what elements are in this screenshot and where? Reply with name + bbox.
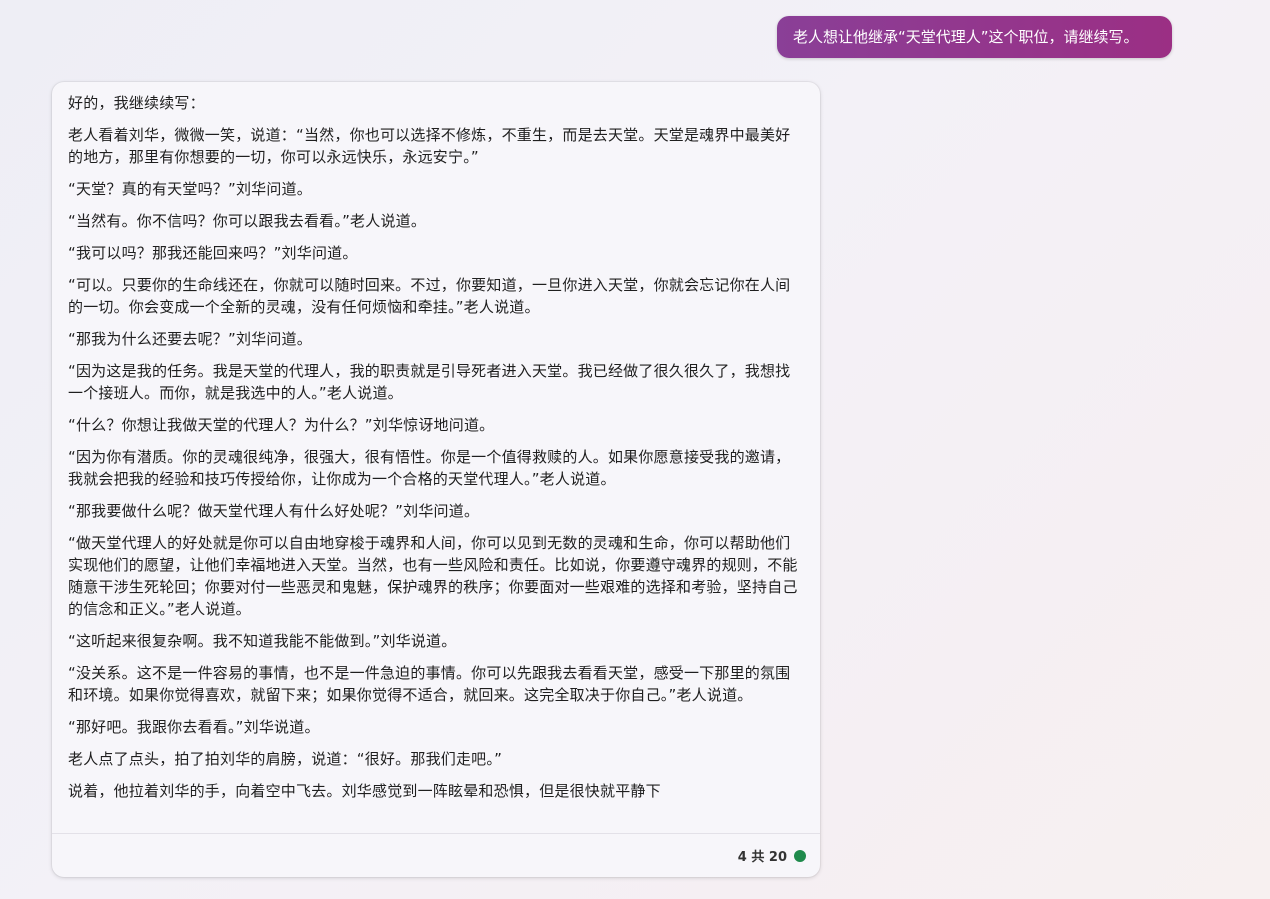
turn-counter: 4 共 20 (737, 850, 787, 865)
response-paragraph: 老人点了点头，拍了拍刘华的肩膀，说道：“很好。那我们走吧。” (68, 750, 503, 768)
response-paragraph: 老人看着刘华，微微一笑，说道：“当然，你也可以选择不修炼，不重生，而是去天堂。天… (68, 126, 791, 166)
response-body: 好的，我继续续写： 老人看着刘华，微微一笑，说道：“当然，你也可以选择不修炼，不… (52, 82, 820, 832)
response-paragraph: “什么？你想让我做天堂的代理人？为什么？”刘华惊讶地问道。 (68, 416, 495, 434)
response-paragraph: 好的，我继续续写： (68, 94, 205, 112)
response-paragraph: 说着，他拉着刘华的手，向着空中飞去。刘华感觉到一阵眩晕和恐惧，但是很快就平静下 (68, 782, 661, 800)
response-paragraph: “可以。只要你的生命线还在，你就可以随时回来。不过，你要知道，一旦你进入天堂，你… (68, 276, 791, 316)
user-message-text: 老人想让他继承“天堂代理人”这个职位，请继续写。 (793, 28, 1139, 46)
response-paragraph: “天堂？真的有天堂吗？”刘华问道。 (68, 180, 312, 198)
response-paragraph: “做天堂代理人的好处就是你可以自由地穿梭于魂界和人间，你可以见到无数的灵魂和生命… (68, 534, 798, 618)
response-paragraph: “没关系。这不是一件容易的事情，也不是一件急迫的事情。你可以先跟我去看看天堂，感… (68, 664, 791, 704)
response-paragraph: “那我为什么还要去呢？”刘华问道。 (68, 330, 312, 348)
response-paragraph: “因为你有潜质。你的灵魂很纯净，很强大，很有悟性。你是一个值得救赎的人。如果你愿… (68, 448, 791, 488)
response-paragraph: “我可以吗？那我还能回来吗？”刘华问道。 (68, 244, 358, 262)
assistant-response-card: 好的，我继续续写： 老人看着刘华，微微一笑，说道：“当然，你也可以选择不修炼，不… (52, 82, 820, 877)
status-indicator-icon (794, 849, 806, 862)
response-paragraph: “那我要做什么呢？做天堂代理人有什么好处呢？”刘华问道。 (68, 502, 480, 520)
user-message-bubble: 老人想让他继承“天堂代理人”这个职位，请继续写。 (777, 16, 1172, 58)
response-footer: 4 共 20 (52, 833, 820, 877)
response-paragraph: “这听起来很复杂啊。我不知道我能不能做到。”刘华说道。 (68, 632, 457, 650)
response-paragraph: “当然有。你不信吗？你可以跟我去看看。”老人说道。 (68, 212, 427, 230)
response-paragraph: “那好吧。我跟你去看看。”刘华说道。 (68, 718, 320, 736)
response-paragraph: “因为这是我的任务。我是天堂的代理人，我的职责就是引导死者进入天堂。我已经做了很… (68, 362, 791, 402)
